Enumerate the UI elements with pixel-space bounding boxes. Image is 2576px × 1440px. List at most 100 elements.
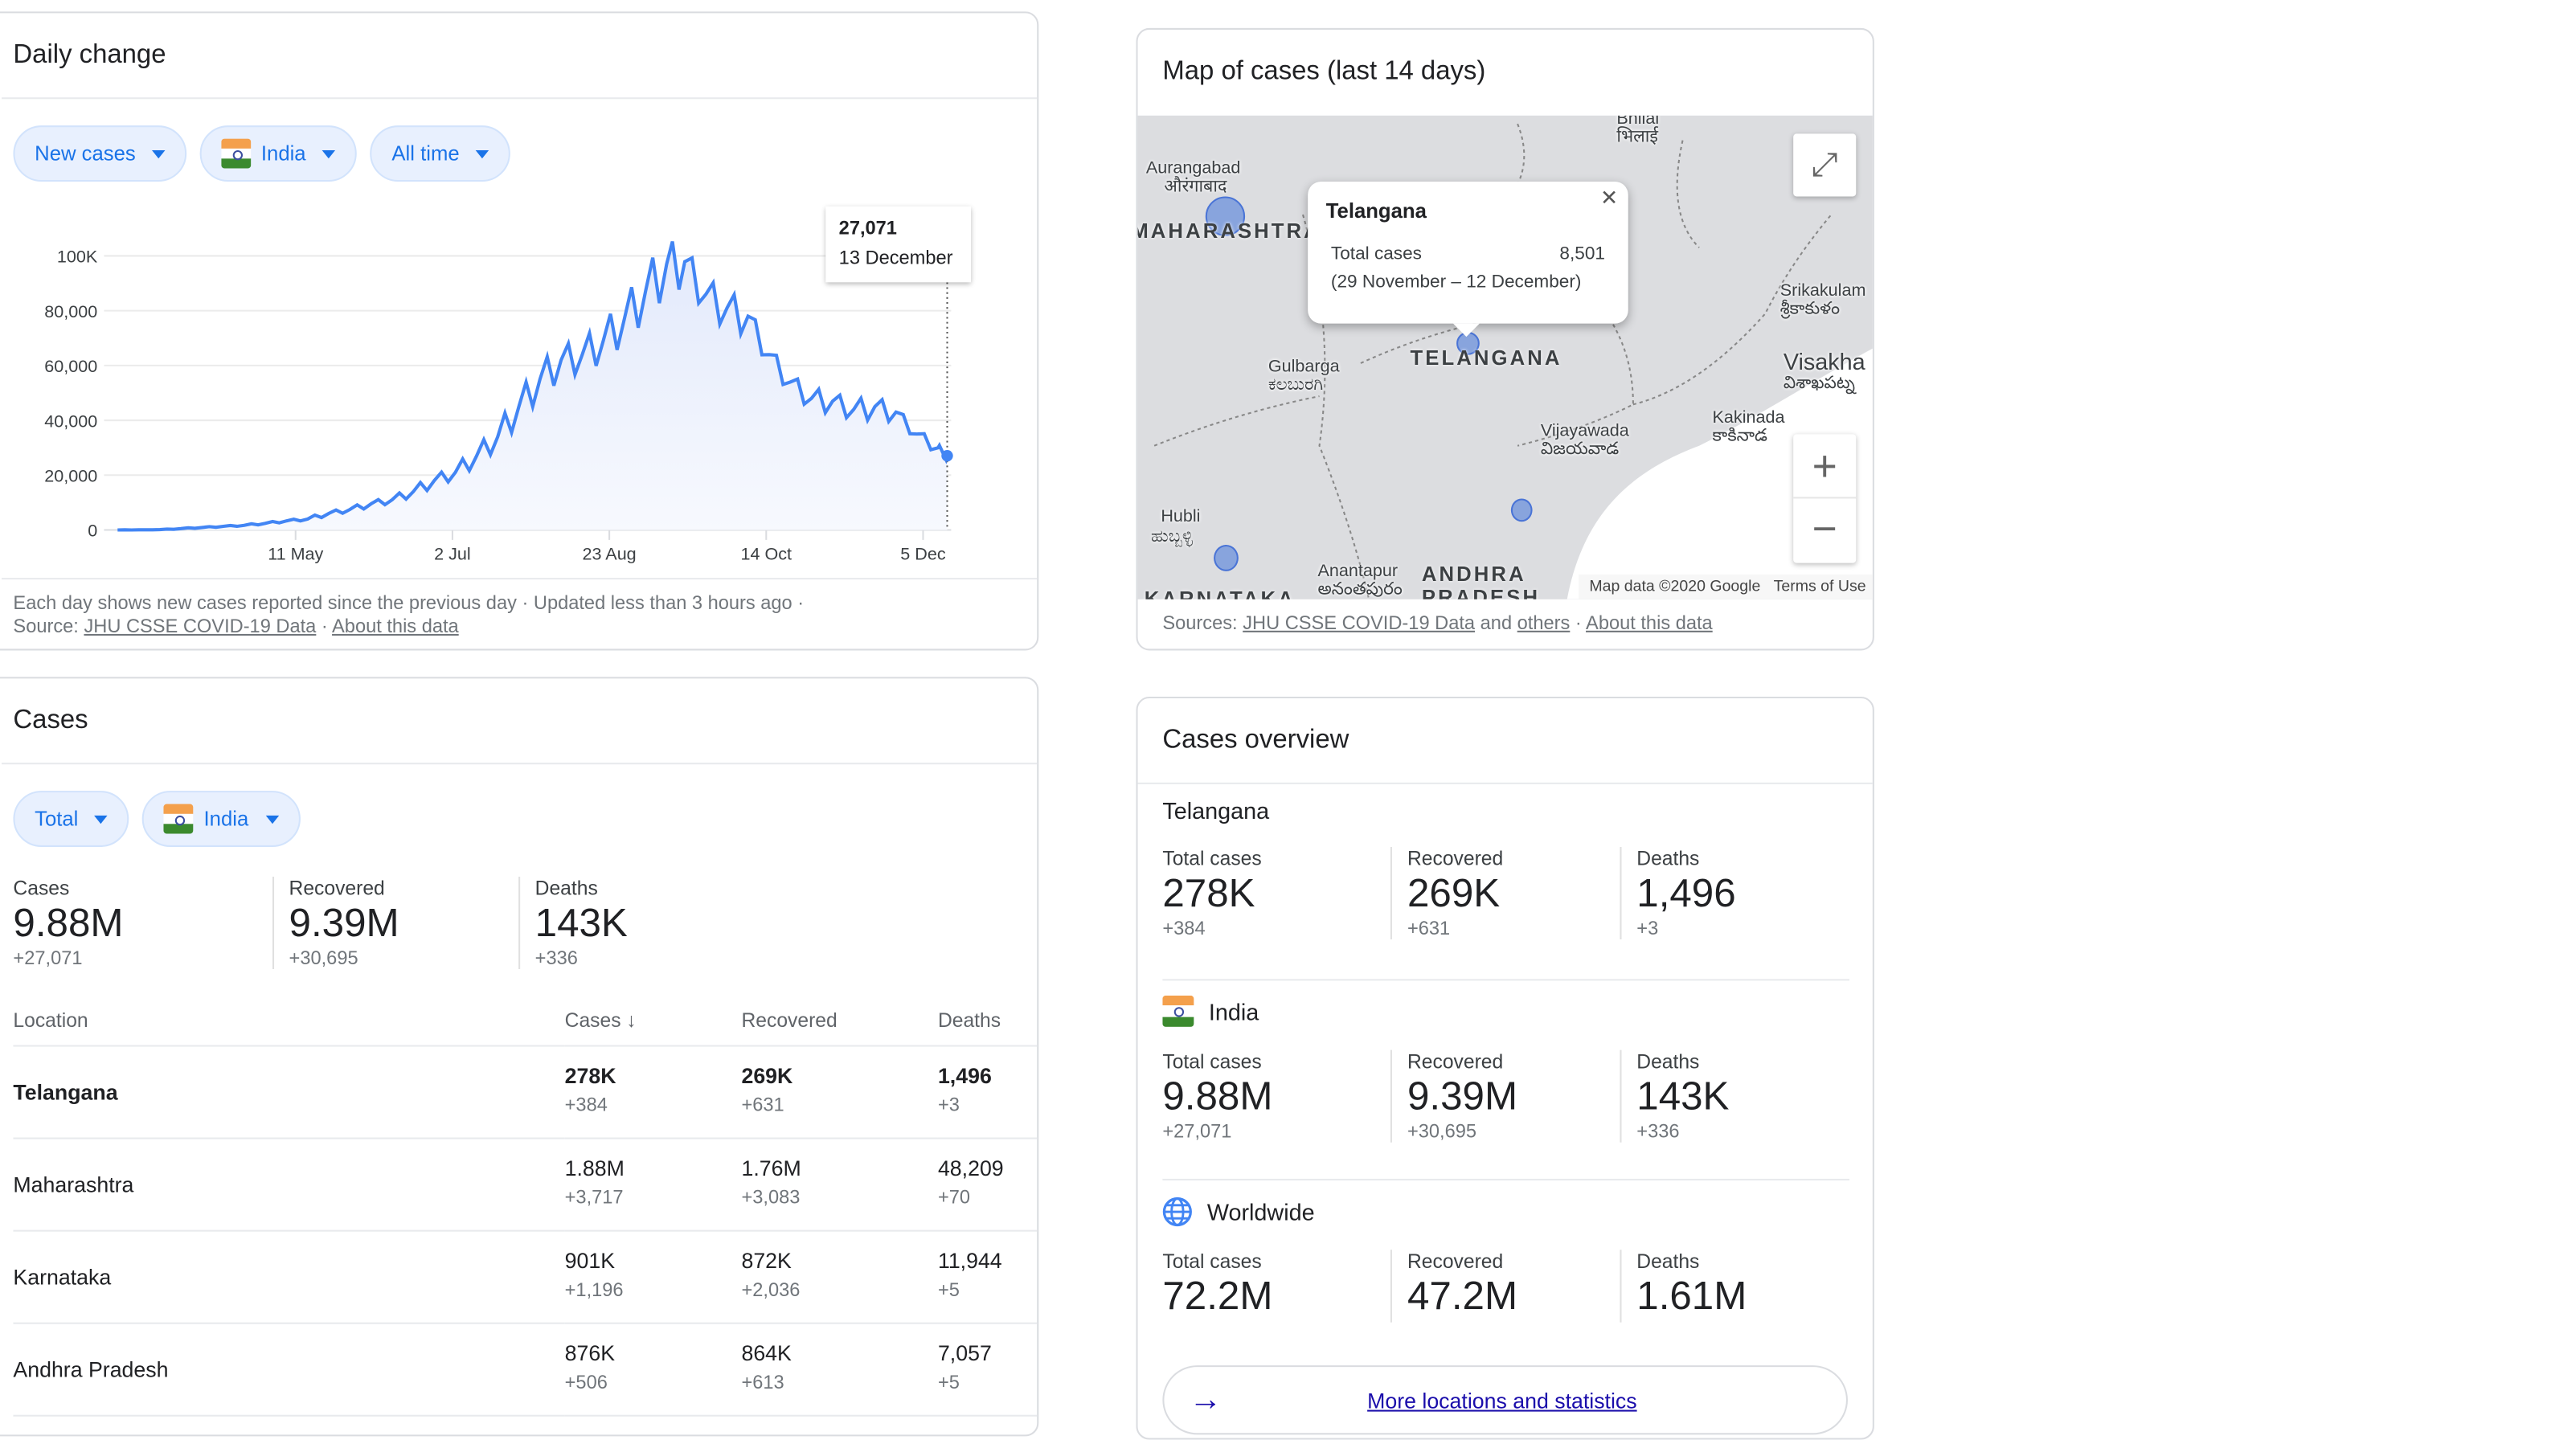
map-place-label: శ్రీకాకుళం xyxy=(1779,298,1841,319)
cases-overview-card: Cases overview Telangana Total cases 278K +… xyxy=(1136,696,1874,1440)
map-place-label: విశాఖపట్న xyxy=(1783,373,1856,393)
location-dropdown[interactable]: India xyxy=(199,125,358,182)
about-data-link[interactable]: About this data xyxy=(1586,614,1713,634)
daily-change-card: Daily change New cases India All time 0 2… xyxy=(0,11,1039,651)
y-tick-label: 80,000 xyxy=(44,301,97,321)
arrow-right-icon: → xyxy=(1189,1381,1222,1418)
column-cases[interactable]: Cases ↓ xyxy=(564,995,742,1046)
location-name: Karnataka xyxy=(13,1229,565,1323)
caret-down-icon xyxy=(264,814,279,824)
india-flag-icon xyxy=(164,804,195,834)
deaths-cell: 1,496 +3 xyxy=(937,1045,1038,1139)
map-place-label: Hubli xyxy=(1161,506,1201,527)
plus-icon: + xyxy=(1812,440,1837,491)
x-tick-label: 2 Jul xyxy=(434,543,471,563)
rec-cell: 1.76M +3,083 xyxy=(741,1137,938,1231)
terms-link[interactable]: Terms of Use xyxy=(1774,578,1866,596)
overview-section: India Total cases 9.88M +27,071 Recovered 9.3… xyxy=(1162,995,1849,1143)
minus-icon: − xyxy=(1812,503,1837,554)
caret-down-icon xyxy=(152,149,166,158)
y-tick-label: 100K xyxy=(57,247,98,267)
y-tick-label: 20,000 xyxy=(44,466,97,486)
map-region-label: MAHARASHTRA xyxy=(1137,219,1321,243)
total-dropdown[interactable]: Total xyxy=(13,791,130,847)
map-region-label: KARNATAKA xyxy=(1145,587,1296,599)
time-range-dropdown[interactable]: All time xyxy=(370,125,511,182)
cases-cell: 278K +384 xyxy=(564,1045,742,1139)
cases-cell: 876K +506 xyxy=(564,1322,742,1416)
map-place-label: ಕಲಬುರಗಿ xyxy=(1268,374,1324,395)
card-title: Map of cases (last 14 days) xyxy=(1162,57,1486,86)
india-flag-icon xyxy=(1162,995,1194,1027)
cases-card: Cases Total India Cases 9.88M +27,071 Reco… xyxy=(0,677,1039,1437)
x-tick-label: 23 Aug xyxy=(583,543,637,563)
area-fill xyxy=(117,241,948,530)
location-name: Maharashtra xyxy=(13,1137,565,1231)
more-locations-link[interactable]: More locations and statistics xyxy=(1367,1388,1636,1413)
map-place-label: Kakinada xyxy=(1712,407,1785,428)
deaths-cell: 11,944 +5 xyxy=(937,1229,1038,1323)
cases-cell: 1.88M +3,717 xyxy=(564,1137,742,1231)
zoom-out-button[interactable]: − xyxy=(1793,498,1856,562)
case-bubble[interactable] xyxy=(1214,544,1239,571)
location-name: Telangana xyxy=(13,1045,565,1139)
rec-cell: 864K +613 xyxy=(741,1322,938,1416)
chart-footnote: Each day shows new cases reported since … xyxy=(13,594,805,615)
more-locations-button[interactable]: → More locations and statistics xyxy=(1162,1365,1848,1435)
others-link[interactable]: others xyxy=(1517,614,1571,634)
caret-down-icon xyxy=(94,814,109,824)
caret-down-icon xyxy=(322,149,336,158)
x-tick-label: 14 Oct xyxy=(741,543,792,563)
card-title: Cases overview xyxy=(1137,698,1873,784)
map-region-label: TELANGANA xyxy=(1410,346,1562,370)
location-name: Andhra Pradesh xyxy=(13,1322,565,1416)
popup-close-button[interactable]: ✕ xyxy=(1600,185,1618,211)
column-location[interactable]: Location xyxy=(13,995,565,1046)
table-row[interactable]: Andhra Pradesh 876K +506 864K +613 7,057 +5 xyxy=(13,1322,1038,1416)
y-tick-label: 60,000 xyxy=(44,356,97,376)
map-place-label: Anantapur xyxy=(1317,561,1399,582)
card-title: Daily change xyxy=(2,13,1038,100)
case-bubble[interactable] xyxy=(1510,498,1533,522)
map-place-label: भिलाई xyxy=(1616,127,1658,147)
locations-table: Location Cases ↓ Recovered Deaths Telang… xyxy=(13,995,1038,1416)
fullscreen-button[interactable]: ⤢ xyxy=(1793,133,1857,197)
y-tick-label: 40,000 xyxy=(44,411,97,431)
about-data-link[interactable]: About this data xyxy=(332,617,459,637)
zoom-controls: + − xyxy=(1793,434,1857,563)
map-popup: ✕ Telangana Total cases 8,501 (29 Novembe… xyxy=(1308,181,1628,338)
map-view[interactable]: Aurangabad औरंगाबाद Bhilai भिलाई Gulbarga ಕಲಬ… xyxy=(1137,115,1873,599)
caret-down-icon xyxy=(476,149,489,158)
column-recovered[interactable]: Recovered xyxy=(741,995,938,1046)
expand-icon: ⤢ xyxy=(1811,146,1838,184)
table-row[interactable]: Maharashtra 1.88M +3,717 1.76M +3,083 48,209 +… xyxy=(13,1137,1038,1231)
map-place-label: ಹುಬ್ಬಳ್ಳಿ xyxy=(1150,526,1193,547)
map-card: Map of cases (last 14 days) Aurangabad और… xyxy=(1136,27,1874,651)
map-place-label: Aurangabad xyxy=(1145,158,1241,178)
card-title: Cases xyxy=(2,678,1038,765)
source-link[interactable]: JHU CSSE COVID-19 Data xyxy=(84,617,316,637)
rec-cell: 872K +2,036 xyxy=(741,1229,938,1323)
sort-down-arrow-icon: ↓ xyxy=(620,1008,637,1032)
globe-icon xyxy=(1162,1197,1192,1227)
source-link[interactable]: JHU CSSE COVID-19 Data xyxy=(1243,614,1475,634)
map-place-label: Vijayawada xyxy=(1540,420,1629,441)
overview-section: Worldwide Total cases 72.2M Recovered 47.2M D… xyxy=(1162,1197,1849,1323)
map-place-label: Visakha xyxy=(1783,348,1865,375)
close-icon: ✕ xyxy=(1600,185,1619,210)
location-dropdown[interactable]: India xyxy=(142,791,300,847)
map-region-label: PRADESH xyxy=(1421,586,1541,599)
y-tick-label: 0 xyxy=(88,521,97,541)
rec-cell: 269K +631 xyxy=(741,1045,938,1139)
zoom-in-button[interactable]: + xyxy=(1793,434,1857,499)
chart-tooltip: 27,071 13 December xyxy=(825,206,972,283)
table-row[interactable]: Karnataka 901K +1,196 872K +2,036 11,944 +5 xyxy=(13,1229,1038,1323)
column-deaths[interactable]: Deaths xyxy=(937,995,1038,1046)
overview-section: Telangana Total cases 278K +384 Recovered 269… xyxy=(1162,797,1849,940)
metric-dropdown[interactable]: New cases xyxy=(13,125,187,182)
map-place-label: విజయవాడ xyxy=(1540,439,1620,460)
table-row[interactable]: Telangana 278K +384 269K +631 1,496 +3 xyxy=(13,1045,1038,1139)
cases-cell: 901K +1,196 xyxy=(564,1229,742,1323)
data-point xyxy=(941,449,953,462)
cases-summary: Cases 9.88M +27,071 Recovered 9.39M +30,695 … xyxy=(2,876,1037,969)
